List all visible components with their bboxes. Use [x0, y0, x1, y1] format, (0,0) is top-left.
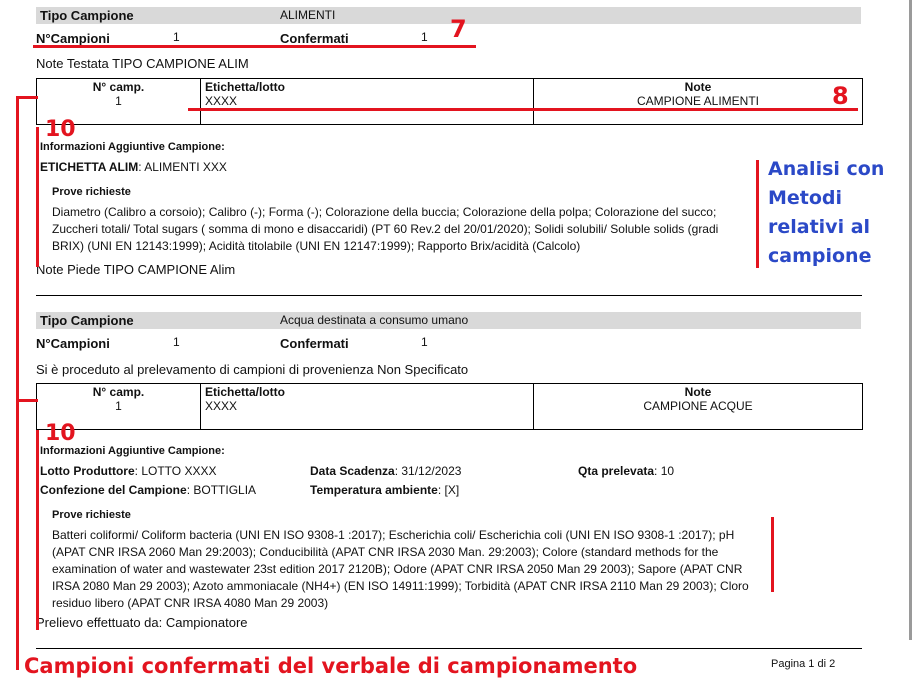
analisi-line: relativi al [768, 216, 871, 238]
prove-line: residuo libero (APAT CNR IRSA 4080 Man 2… [52, 596, 329, 610]
ncampioni-label-1: N°Campioni [36, 31, 110, 46]
annotation-8: 8 [832, 82, 849, 110]
bracket-annotation-top [16, 96, 38, 99]
section-divider [36, 295, 862, 296]
prove-title-2: Prove richieste [52, 509, 131, 521]
page-number: Pagina 1 di 2 [771, 658, 836, 670]
prove-bar-annotation-1 [756, 160, 759, 268]
prove-title-1: Prove richieste [52, 186, 131, 198]
confermati-value-2: 1 [421, 335, 428, 349]
analisi-annotation: Analisi con Metodi relativi al campione [768, 155, 884, 271]
col-etichetta-cell: Etichetta/lotto XXXX [200, 78, 534, 125]
prove-line: BRIX) (UNI EN 12143:1999); Acidità titol… [52, 239, 581, 253]
info-lotto-value: : LOTTO XXXX [134, 464, 217, 478]
col-ncamp-value: 1 [115, 399, 122, 413]
col-ncamp-header: N° camp. [92, 385, 145, 399]
info-scadenza-value: : 31/12/2023 [394, 464, 462, 478]
col-etichetta-cell: Etichetta/lotto XXXX [200, 383, 534, 430]
ncampioni-value-2: 1 [173, 335, 180, 349]
underline-etichetta-annotation [188, 108, 858, 111]
tipo-campione-label-2: Tipo Campione [40, 313, 134, 328]
bracket-annotation-vertical [16, 96, 19, 670]
info-etichetta-1: ETICHETTA ALIM: ALIMENTI XXX [40, 160, 227, 174]
analisi-line: Analisi con [768, 158, 885, 180]
col-ncamp-header: N° camp. [92, 80, 145, 94]
underline-ncampioni-annotation [33, 45, 476, 48]
info-temperatura: Temperatura ambiente: [X] [310, 483, 459, 497]
col-note-cell: Note CAMPIONE ACQUE [533, 383, 863, 430]
info-scadenza-key: Data Scadenza [310, 464, 395, 478]
samples-table-2: N° camp. 1 Etichetta/lotto XXXX Note CAM… [36, 383, 863, 430]
prove-list-1: Diametro (Calibro a corsoio); Calibro (-… [52, 204, 718, 255]
ncampioni-value-1: 1 [173, 30, 180, 44]
info-qta: Qta prelevata: 10 [578, 464, 674, 478]
info-temperatura-key: Temperatura ambiente [310, 483, 438, 497]
prelievo-effettuato: Prelievo effettuato da: Campionatore [36, 615, 248, 630]
info-etichetta-value: : ALIMENTI XXX [138, 160, 227, 174]
prove-line: examination of water and wastewater 23st… [52, 562, 743, 576]
analisi-line: Metodi [768, 187, 843, 209]
info-title-2: Informazioni Aggiuntive Campione: [40, 445, 225, 457]
info-lotto: Lotto Produttore: LOTTO XXXX [40, 464, 216, 478]
col-note-header: Note [684, 80, 712, 94]
info-confezione-key: Confezione del Campione [40, 483, 187, 497]
tipo-campione-value-1: ALIMENTI [280, 8, 336, 22]
note-testata-2: Si è proceduto al prelevamento di campio… [36, 362, 469, 377]
prove-line: Batteri coliformi/ Coliform bacteria (UN… [52, 528, 735, 542]
bottom-caption-annotation: Campioni confermati del verbale di campi… [24, 654, 638, 678]
samples-table-1: N° camp. 1 Etichetta/lotto XXXX Note CAM… [36, 78, 863, 125]
info-etichetta-key: ETICHETTA ALIM [40, 160, 139, 174]
col-note-header: Note [684, 385, 712, 399]
info-qta-key: Qta prelevata [578, 464, 655, 478]
prove-line: (APAT CNR IRSA 2060 Man 29:2003); Conduc… [52, 545, 719, 559]
annotation-10-first: 10 [45, 117, 76, 142]
prove-list-2: Batteri coliformi/ Coliform bacteria (UN… [52, 527, 749, 612]
annotation-10-second: 10 [45, 421, 76, 446]
info-title-1: Informazioni Aggiuntive Campione: [40, 141, 225, 153]
info-scadenza: Data Scadenza: 31/12/2023 [310, 464, 461, 478]
bracket-annotation-mid [16, 399, 38, 402]
info-temperatura-value: : [X] [437, 483, 460, 497]
col-etichetta-value: XXXX [205, 94, 238, 108]
info-lotto-key: Lotto Produttore [40, 464, 135, 478]
col-note-value: CAMPIONE ACQUE [643, 399, 753, 413]
info-confezione-value: : BOTTIGLIA [186, 483, 257, 497]
confermati-label-1: Confermati [280, 31, 349, 46]
prove-line: Diametro (Calibro a corsoio); Calibro (-… [52, 205, 717, 219]
note-testata-1: Note Testata TIPO CAMPIONE ALIM [36, 56, 249, 71]
confermati-label-2: Confermati [280, 336, 349, 351]
col-note-cell: Note CAMPIONE ALIMENTI [533, 78, 863, 125]
tipo-campione-bar-1 [36, 7, 861, 24]
analisi-line: campione [768, 245, 872, 267]
ncampioni-label-2: N°Campioni [36, 336, 110, 351]
col-etichetta-header: Etichetta/lotto [205, 80, 285, 94]
annotation-7: 7 [450, 15, 467, 43]
tipo-campione-label-1: Tipo Campione [40, 8, 134, 23]
prove-line: IRSA 2080 Man 29 2003); Azoto ammoniacal… [52, 579, 749, 593]
prove-line: Zuccheri totali/ Total sugars ( somma di… [52, 222, 719, 236]
table-row: N° camp. 1 Etichetta/lotto XXXX Note CAM… [36, 383, 863, 430]
info-qta-value: : 10 [654, 464, 675, 478]
info-bar-annotation-1 [36, 127, 39, 267]
info-bar-annotation-2 [36, 430, 39, 630]
confermati-value-1: 1 [421, 30, 428, 44]
table-row: N° camp. 1 Etichetta/lotto XXXX Note CAM… [36, 78, 863, 125]
col-etichetta-header: Etichetta/lotto [205, 385, 285, 399]
prove-bar-annotation-2 [771, 517, 774, 592]
col-ncamp-value: 1 [115, 94, 122, 108]
info-confezione: Confezione del Campione: BOTTIGLIA [40, 483, 256, 497]
section-divider [36, 648, 862, 649]
tipo-campione-value-2: Acqua destinata a consumo umano [280, 313, 469, 327]
col-etichetta-value: XXXX [205, 399, 238, 413]
note-piede-1: Note Piede TIPO CAMPIONE Alim [36, 262, 236, 277]
col-note-value: CAMPIONE ALIMENTI [636, 94, 760, 108]
